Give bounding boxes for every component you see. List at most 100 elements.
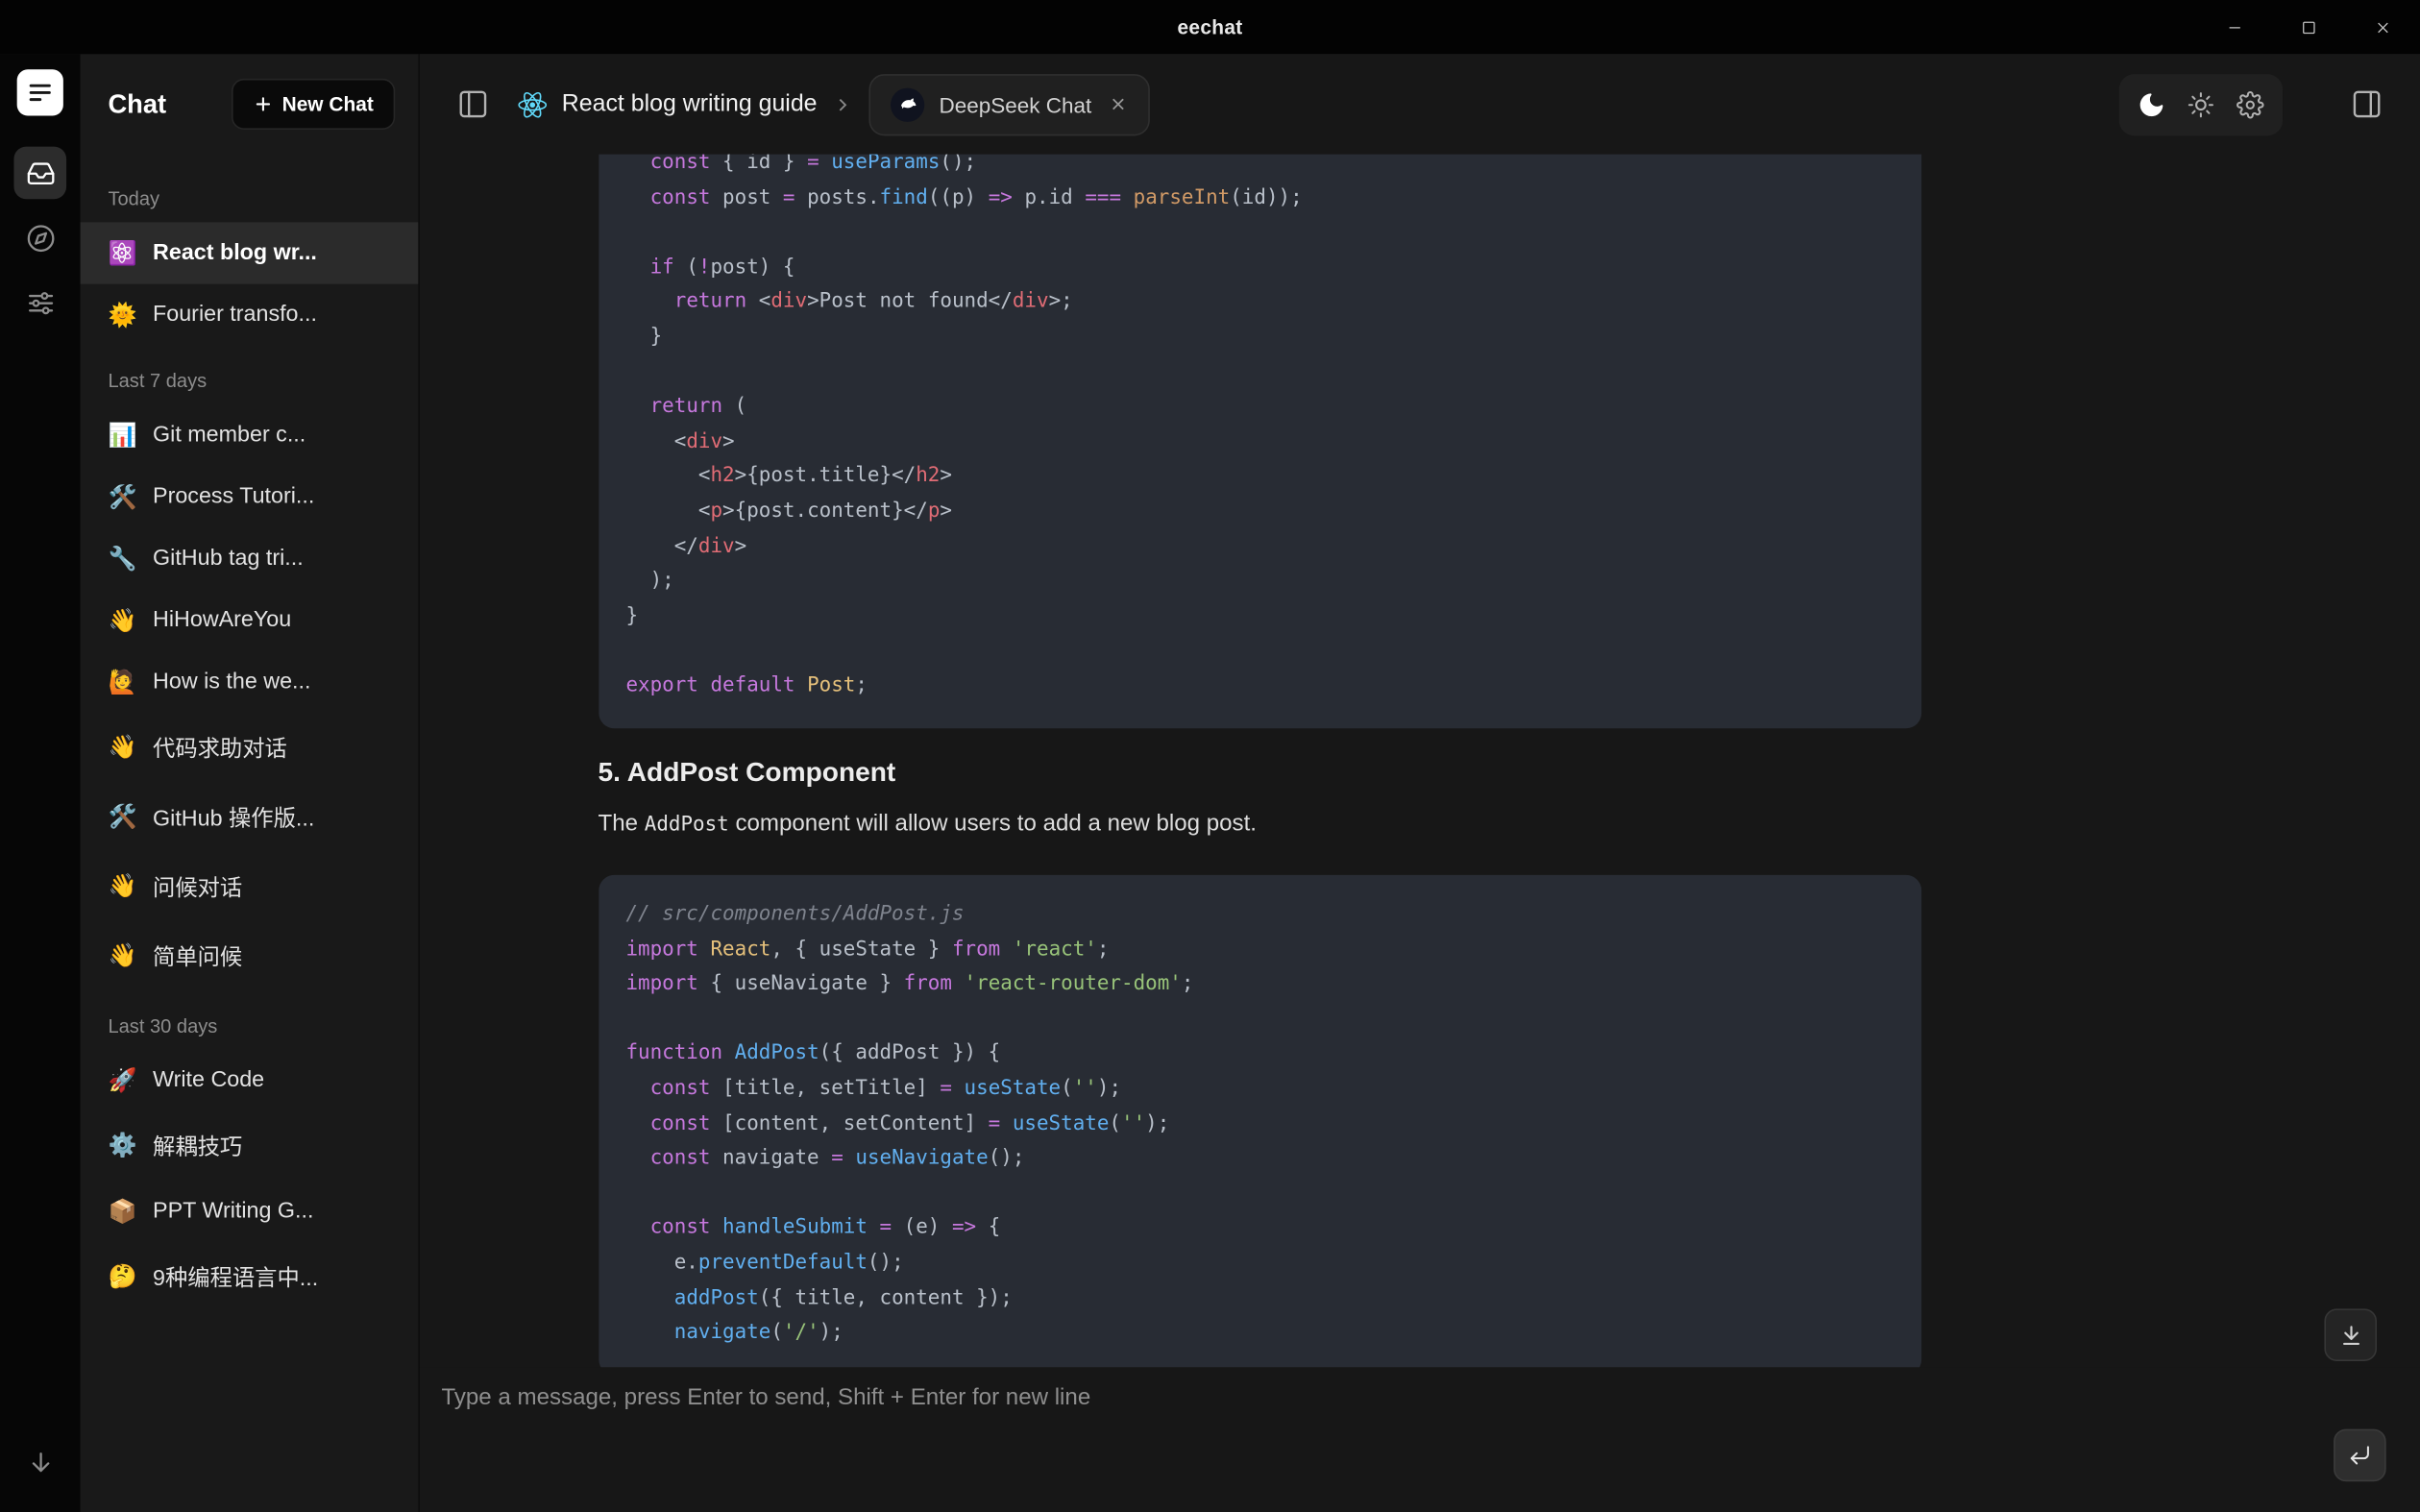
code-line: const [content, setContent] = useState('… bbox=[625, 1108, 1893, 1142]
chat-item-emoji-icon: 🛠️ bbox=[108, 806, 135, 829]
toggle-sidebar-button[interactable] bbox=[451, 82, 496, 127]
model-tab-label: DeepSeek Chat bbox=[939, 92, 1091, 117]
settings-button[interactable] bbox=[2230, 85, 2270, 125]
chat-item-emoji-icon: 🚀 bbox=[108, 1069, 135, 1092]
paragraph-text: component will allow users to add a new … bbox=[729, 810, 1257, 836]
nav-settings-button[interactable] bbox=[13, 277, 66, 329]
code-line: const navigate = useNavigate(); bbox=[625, 1142, 1893, 1177]
code-block: const { id } = useParams(); const post =… bbox=[599, 155, 1921, 728]
chat-list-item[interactable]: 👋简单问候 bbox=[81, 921, 419, 990]
nav-discover-button[interactable] bbox=[13, 211, 66, 264]
section-heading: 5. AddPost Component bbox=[599, 755, 1921, 788]
arrow-down-icon bbox=[26, 1447, 56, 1476]
message-thread: const { id } = useParams(); const post =… bbox=[599, 155, 2242, 1368]
plus-icon bbox=[253, 94, 273, 114]
sidebar-title: Chat bbox=[108, 88, 166, 119]
chat-content[interactable]: const { id } = useParams(); const post =… bbox=[420, 155, 2420, 1368]
code-line: <div> bbox=[625, 426, 1893, 460]
nav-chats-button[interactable] bbox=[13, 147, 66, 200]
chat-item-label: PPT Writing G... bbox=[153, 1199, 313, 1224]
arrow-down-to-line-icon bbox=[2337, 1322, 2363, 1348]
chat-item-emoji-icon: 👋 bbox=[108, 609, 135, 632]
new-chat-label: New Chat bbox=[282, 92, 374, 115]
chat-list-item[interactable]: 👋HiHowAreYou bbox=[81, 590, 419, 651]
dark-mode-button[interactable] bbox=[2132, 85, 2172, 125]
message-input[interactable] bbox=[420, 1367, 2420, 1512]
chat-list-item[interactable]: 👋 问候对话 bbox=[81, 852, 419, 921]
code-line: e.preventDefault(); bbox=[625, 1247, 1893, 1281]
chat-item-label: 9种编程语言中... bbox=[153, 1261, 318, 1294]
code-line: if (!post) { bbox=[625, 252, 1893, 286]
chat-list-item[interactable]: ⚛️React blog wr... bbox=[81, 222, 419, 283]
chat-list-item[interactable]: 📊Git member c... bbox=[81, 404, 419, 466]
toggle-right-panel-button[interactable] bbox=[2344, 82, 2389, 127]
chat-list-item[interactable]: 🌞Fourier transfo... bbox=[81, 284, 419, 346]
chat-list-item[interactable]: 🤔9种编程语言中... bbox=[81, 1242, 419, 1311]
code-line: addPost({ title, content }); bbox=[625, 1281, 1893, 1316]
chat-item-label: GitHub tag tri... bbox=[153, 547, 304, 572]
deepseek-logo-icon bbox=[892, 87, 925, 121]
code-line: } bbox=[625, 321, 1893, 355]
main-panel: React blog writing guide DeepSeek Chat bbox=[420, 54, 2420, 1512]
chat-list-item[interactable]: 👋代码求助对话 bbox=[81, 713, 419, 782]
breadcrumb-chevron-icon bbox=[833, 93, 854, 114]
code-line: <h2>{post.title}</h2> bbox=[625, 460, 1893, 495]
scroll-to-bottom-button[interactable] bbox=[2324, 1308, 2377, 1361]
code: const { id } = useParams(); const post =… bbox=[625, 155, 1893, 705]
chat-item-label: 简单问候 bbox=[153, 939, 242, 972]
minimize-button[interactable] bbox=[2198, 0, 2272, 54]
inline-code: AddPost bbox=[645, 813, 729, 836]
code-line: const { id } = useParams(); bbox=[625, 155, 1893, 182]
react-icon bbox=[517, 88, 548, 119]
light-mode-button[interactable] bbox=[2181, 85, 2221, 125]
paragraph: The AddPost component will allow users t… bbox=[599, 806, 1921, 841]
code-line bbox=[625, 1177, 1893, 1211]
chat-list-item[interactable]: 🛠️Process Tutori... bbox=[81, 466, 419, 527]
chat-list-item[interactable]: 🔧GitHub tag tri... bbox=[81, 527, 419, 589]
code-line: // src/components/AddPost.js bbox=[625, 898, 1893, 933]
code-line: function AddPost({ addPost }) { bbox=[625, 1037, 1893, 1072]
chat-item-emoji-icon: ⚛️ bbox=[108, 241, 135, 264]
return-key-icon bbox=[2348, 1443, 2373, 1468]
chat-item-label: 问候对话 bbox=[153, 870, 242, 903]
code-block: // src/components/AddPost.jsimport React… bbox=[599, 875, 1921, 1367]
chat-item-label: Process Tutori... bbox=[153, 484, 314, 509]
model-tab[interactable]: DeepSeek Chat bbox=[869, 73, 1150, 134]
send-button[interactable] bbox=[2334, 1429, 2386, 1482]
window-controls bbox=[2198, 0, 2420, 54]
chat-list-item[interactable]: 🛠️GitHub 操作版... bbox=[81, 783, 419, 852]
maximize-button[interactable] bbox=[2272, 0, 2346, 54]
code-line: export default Post; bbox=[625, 670, 1893, 704]
chat-item-emoji-icon: 📊 bbox=[108, 424, 135, 447]
code-line bbox=[625, 355, 1893, 390]
theme-toggle-group bbox=[2119, 73, 2283, 134]
chat-item-emoji-icon: 🙋 bbox=[108, 671, 135, 694]
titlebar: eechat bbox=[0, 0, 2420, 54]
close-icon bbox=[2374, 17, 2392, 36]
chat-item-label: 解耦技巧 bbox=[153, 1130, 242, 1162]
rail-scroll-down-button[interactable] bbox=[13, 1435, 66, 1488]
composer bbox=[420, 1367, 2420, 1512]
panel-left-icon bbox=[457, 88, 490, 121]
breadcrumb[interactable]: React blog writing guide bbox=[517, 88, 817, 119]
chat-item-emoji-icon: 👋 bbox=[108, 875, 135, 898]
chat-item-label: Write Code bbox=[153, 1068, 264, 1093]
chat-list-item[interactable]: 📦PPT Writing G... bbox=[81, 1181, 419, 1242]
code-line: <p>{post.content}</p> bbox=[625, 496, 1893, 530]
window-title: eechat bbox=[1177, 15, 1242, 38]
code-line: return ( bbox=[625, 391, 1893, 426]
chat-list-item[interactable]: 🙋How is the we... bbox=[81, 651, 419, 713]
model-tab-close-icon[interactable] bbox=[1109, 94, 1129, 114]
chat-item-label: Fourier transfo... bbox=[153, 303, 317, 328]
close-button[interactable] bbox=[2346, 0, 2420, 54]
paragraph-text: The bbox=[599, 810, 645, 836]
code-line: } bbox=[625, 599, 1893, 634]
chat-list-item[interactable]: 🚀 Write Code bbox=[81, 1049, 419, 1110]
app-window: eechat bbox=[0, 0, 2420, 1512]
chat-list-item[interactable]: ⚙️解耦技巧 bbox=[81, 1111, 419, 1181]
new-chat-button[interactable]: New Chat bbox=[232, 79, 396, 130]
code-line: navigate('/'); bbox=[625, 1317, 1893, 1352]
code-line: import { useNavigate } from 'react-route… bbox=[625, 968, 1893, 1003]
code-line bbox=[625, 635, 1893, 670]
sidebar: Chat New Chat Today⚛️React blog wr...🌞Fo… bbox=[81, 54, 420, 1512]
